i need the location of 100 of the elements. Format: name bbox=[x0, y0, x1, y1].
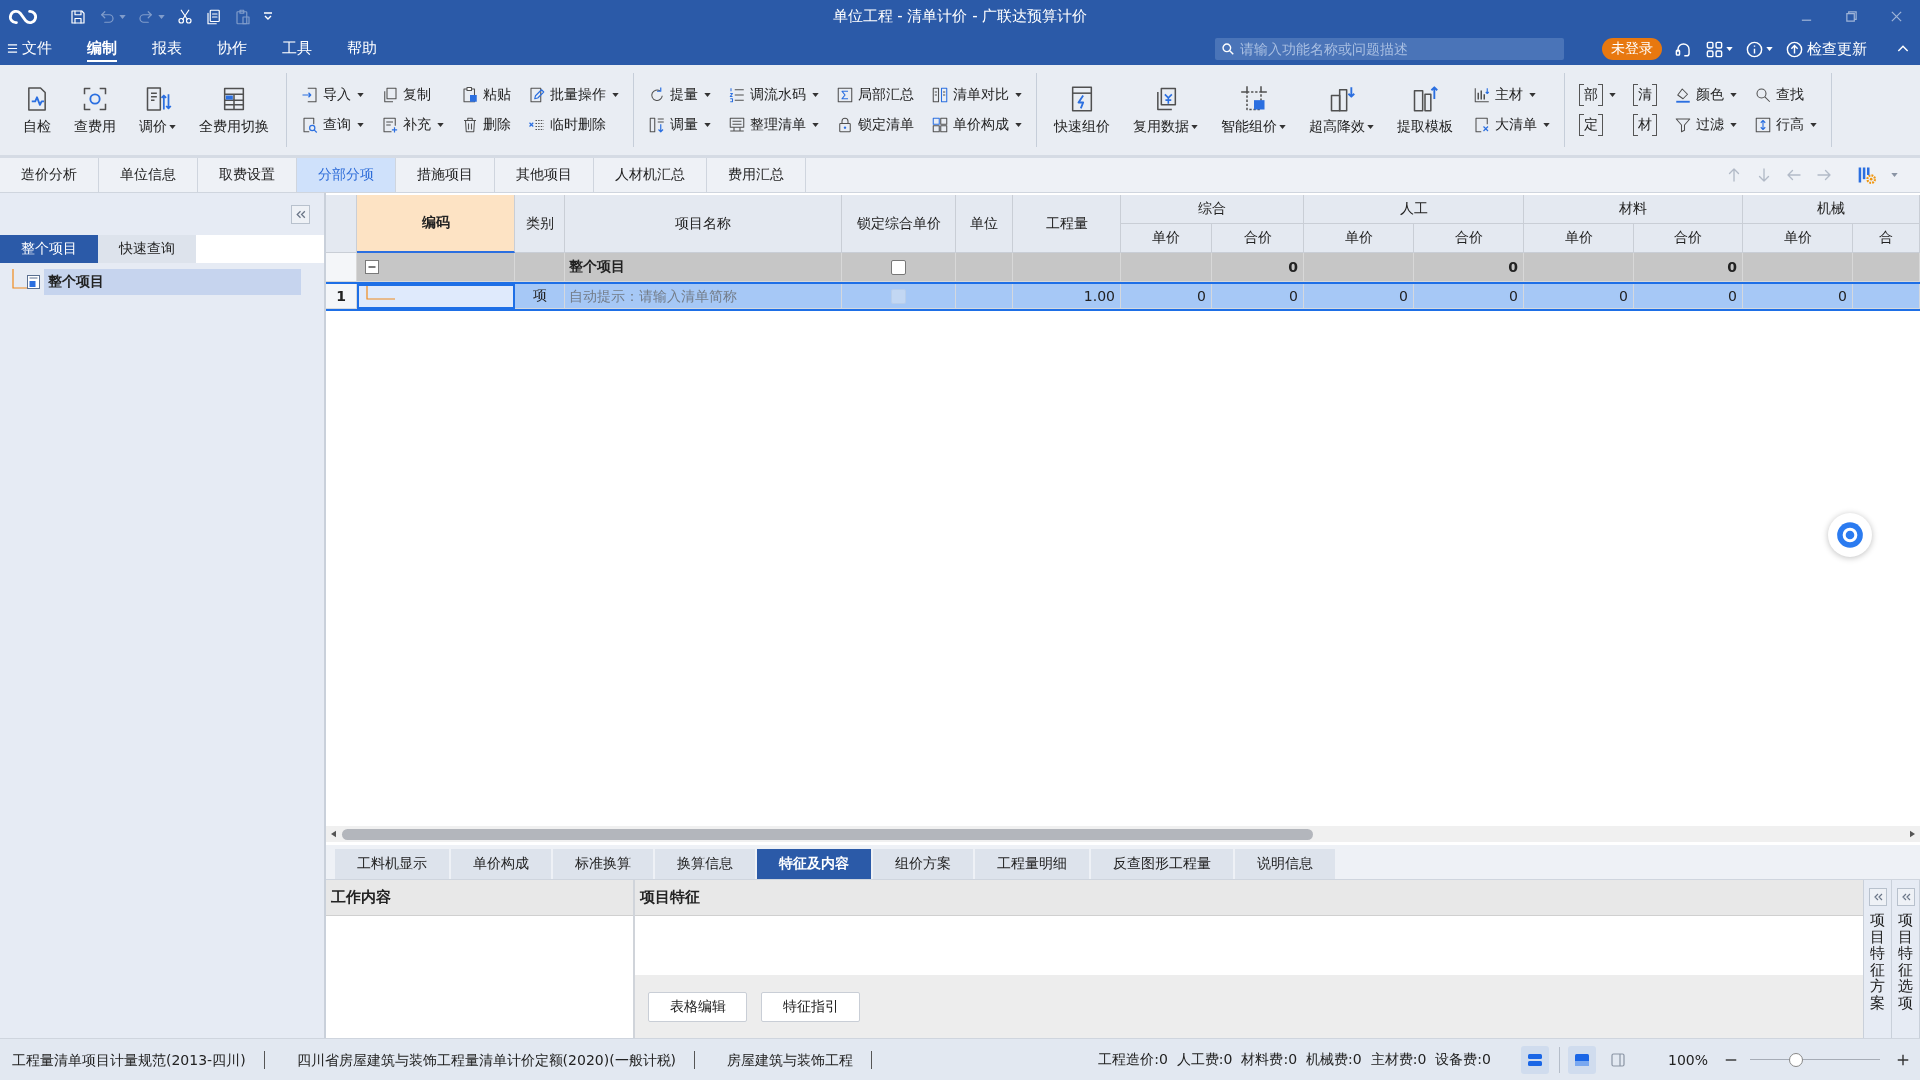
layout-toggle-button[interactable] bbox=[1520, 1045, 1549, 1074]
column-header[interactable]: 锁定综合单价 bbox=[842, 195, 956, 253]
toolbar-button[interactable]: 整理清单 bbox=[724, 112, 823, 138]
status-text[interactable]: 工程量清单项目计量规范(2013-四川) bbox=[0, 1050, 265, 1069]
tab[interactable]: 标准换算 bbox=[553, 849, 653, 879]
column-header[interactable]: 单位 bbox=[956, 195, 1013, 253]
toolbar-button[interactable]: 定 bbox=[1575, 112, 1607, 138]
slider-thumb[interactable] bbox=[1788, 1052, 1803, 1067]
table-row[interactable]: 整个项目 0 0 0 bbox=[326, 253, 1920, 282]
column-header[interactable]: 单价 bbox=[1524, 224, 1634, 253]
toolbar-button[interactable]: 提取模板 bbox=[1390, 71, 1460, 149]
bars-gear-icon[interactable] bbox=[1857, 165, 1877, 185]
toolbar-button[interactable]: 全费用切换 bbox=[192, 71, 276, 149]
toolbar-button[interactable]: 单价构成 bbox=[927, 112, 1026, 138]
menu-item[interactable]: 工具 bbox=[282, 36, 312, 62]
search-field[interactable] bbox=[196, 235, 324, 263]
toolbar-button[interactable]: 大清单 bbox=[1469, 112, 1554, 138]
scroll-left-icon[interactable] bbox=[331, 830, 336, 838]
menu-item[interactable]: 编制 bbox=[87, 36, 117, 62]
toolbar-button[interactable]: 删除 bbox=[457, 112, 515, 138]
menu-item[interactable]: 协作 bbox=[217, 36, 247, 62]
tab[interactable]: 工料机显示 bbox=[335, 849, 449, 879]
toolbar-button[interactable]: 导入 bbox=[297, 82, 368, 108]
column-header[interactable]: 合价 bbox=[1634, 224, 1743, 253]
toolbar-button[interactable]: 颜色 bbox=[1670, 82, 1741, 108]
toolbar-button[interactable]: 锁定清单 bbox=[832, 112, 918, 138]
active-cell[interactable] bbox=[357, 284, 515, 309]
side-tab[interactable]: 项目特征选项 bbox=[1898, 912, 1913, 1011]
menu-item[interactable]: 文件 bbox=[7, 36, 52, 62]
apps-icon[interactable] bbox=[1705, 39, 1724, 59]
caret-icon[interactable] bbox=[1726, 47, 1733, 51]
column-header[interactable]: 单价 bbox=[1743, 224, 1853, 253]
tab[interactable]: 反查图形工程量 bbox=[1091, 849, 1233, 879]
update-link[interactable]: 检查更新 bbox=[1785, 39, 1867, 59]
toolbar-button[interactable]: 调价 bbox=[132, 71, 183, 149]
copy-icon[interactable] bbox=[205, 7, 223, 26]
restore-icon[interactable] bbox=[1845, 10, 1858, 23]
toolbar-button[interactable]: 部 bbox=[1575, 82, 1620, 108]
tab[interactable]: 快速查询 bbox=[98, 235, 196, 263]
toolbar-button[interactable]: 快速组价 bbox=[1047, 71, 1117, 149]
column-header[interactable]: 编码 bbox=[357, 195, 515, 253]
panel-button[interactable]: 表格编辑 bbox=[648, 991, 747, 1022]
toolbar-button[interactable]: 批量操作 bbox=[524, 82, 623, 108]
toolbar-button[interactable]: 自检 bbox=[16, 71, 58, 149]
caret-icon[interactable] bbox=[1766, 47, 1773, 51]
tab[interactable]: 组价方案 bbox=[873, 849, 973, 879]
tab[interactable]: 换算信息 bbox=[655, 849, 755, 879]
search-field[interactable]: 请输入功能名称或问题描述 bbox=[1215, 38, 1564, 60]
expand-button[interactable] bbox=[1896, 888, 1915, 906]
toolbar-button[interactable]: 清单对比 bbox=[927, 82, 1026, 108]
scroll-right-icon[interactable] bbox=[1910, 830, 1915, 838]
tab[interactable]: 单价构成 bbox=[451, 849, 551, 879]
status-text[interactable]: 四川省房屋建筑与装饰工程量清单计价定额(2020)(一般计税) bbox=[284, 1050, 696, 1069]
name-input[interactable]: 自动提示：请输入清单简称 bbox=[569, 288, 841, 304]
expand-button[interactable] bbox=[1868, 888, 1887, 906]
toolbar-button[interactable]: 局部汇总 bbox=[832, 82, 918, 108]
scrollbar-thumb[interactable] bbox=[342, 828, 1313, 840]
info-icon[interactable] bbox=[1745, 39, 1764, 59]
scissors-icon[interactable] bbox=[176, 7, 194, 26]
toolbar-button[interactable]: 调流水码 bbox=[724, 82, 823, 108]
horizontal-scrollbar[interactable] bbox=[326, 826, 1920, 842]
column-header[interactable]: 项目名称 bbox=[565, 195, 842, 253]
save-icon[interactable] bbox=[69, 7, 87, 26]
menu-item[interactable]: 报表 bbox=[152, 36, 182, 62]
status-text[interactable]: 房屋建筑与装饰工程 bbox=[715, 1050, 873, 1069]
column-header[interactable]: 类别 bbox=[515, 195, 565, 253]
toolbar-button[interactable]: 查找 bbox=[1750, 82, 1808, 108]
column-header[interactable]: 工程量 bbox=[1013, 195, 1121, 253]
collapse-icon[interactable] bbox=[365, 260, 379, 274]
toolbar-button[interactable]: 查询 bbox=[297, 112, 368, 138]
toolbar-button[interactable]: 材 bbox=[1629, 112, 1661, 138]
close-icon[interactable] bbox=[1890, 10, 1903, 23]
view-button[interactable] bbox=[1567, 1045, 1596, 1074]
column-header[interactable]: 单价 bbox=[1121, 224, 1212, 253]
zoom-in-icon[interactable] bbox=[1896, 1052, 1910, 1067]
menu-item[interactable]: 帮助 bbox=[347, 36, 377, 62]
tab[interactable]: 整个项目 bbox=[0, 235, 98, 263]
column-header[interactable]: 合价 bbox=[1414, 224, 1524, 253]
tab[interactable]: 说明信息 bbox=[1235, 849, 1335, 879]
toolbar-button[interactable]: 超高降效 bbox=[1302, 71, 1381, 149]
column-header[interactable]: 合价 bbox=[1212, 224, 1304, 253]
toolbar-button[interactable]: 复制 bbox=[377, 82, 435, 108]
tab[interactable]: 分部分项 bbox=[297, 158, 396, 192]
toolbar-button[interactable]: 主材 bbox=[1469, 82, 1540, 108]
collapse-button[interactable] bbox=[291, 204, 310, 224]
toolbar-button[interactable]: 补充 bbox=[377, 112, 448, 138]
column-header[interactable]: 单价 bbox=[1304, 224, 1414, 253]
panel-button[interactable]: 特征指引 bbox=[761, 991, 860, 1022]
column-header[interactable]: 合 bbox=[1853, 224, 1920, 253]
toolbar-button[interactable]: 粘贴 bbox=[457, 82, 515, 108]
toolbar-button[interactable]: 行高 bbox=[1750, 112, 1821, 138]
toolbar-button[interactable]: 查费用 bbox=[67, 71, 123, 149]
toolbar-button[interactable]: 智能组价 bbox=[1214, 71, 1293, 149]
tab[interactable]: 特征及内容 bbox=[757, 849, 871, 879]
tab[interactable]: 工程量明细 bbox=[975, 849, 1089, 879]
checkbox[interactable] bbox=[891, 259, 906, 275]
toolbar-button[interactable]: 调量 bbox=[644, 112, 715, 138]
toolbar-button[interactable]: 复用数据 bbox=[1126, 71, 1205, 149]
toolbar-button[interactable]: 过滤 bbox=[1670, 112, 1741, 138]
side-tab[interactable]: 项目特征方案 bbox=[1870, 912, 1885, 1011]
